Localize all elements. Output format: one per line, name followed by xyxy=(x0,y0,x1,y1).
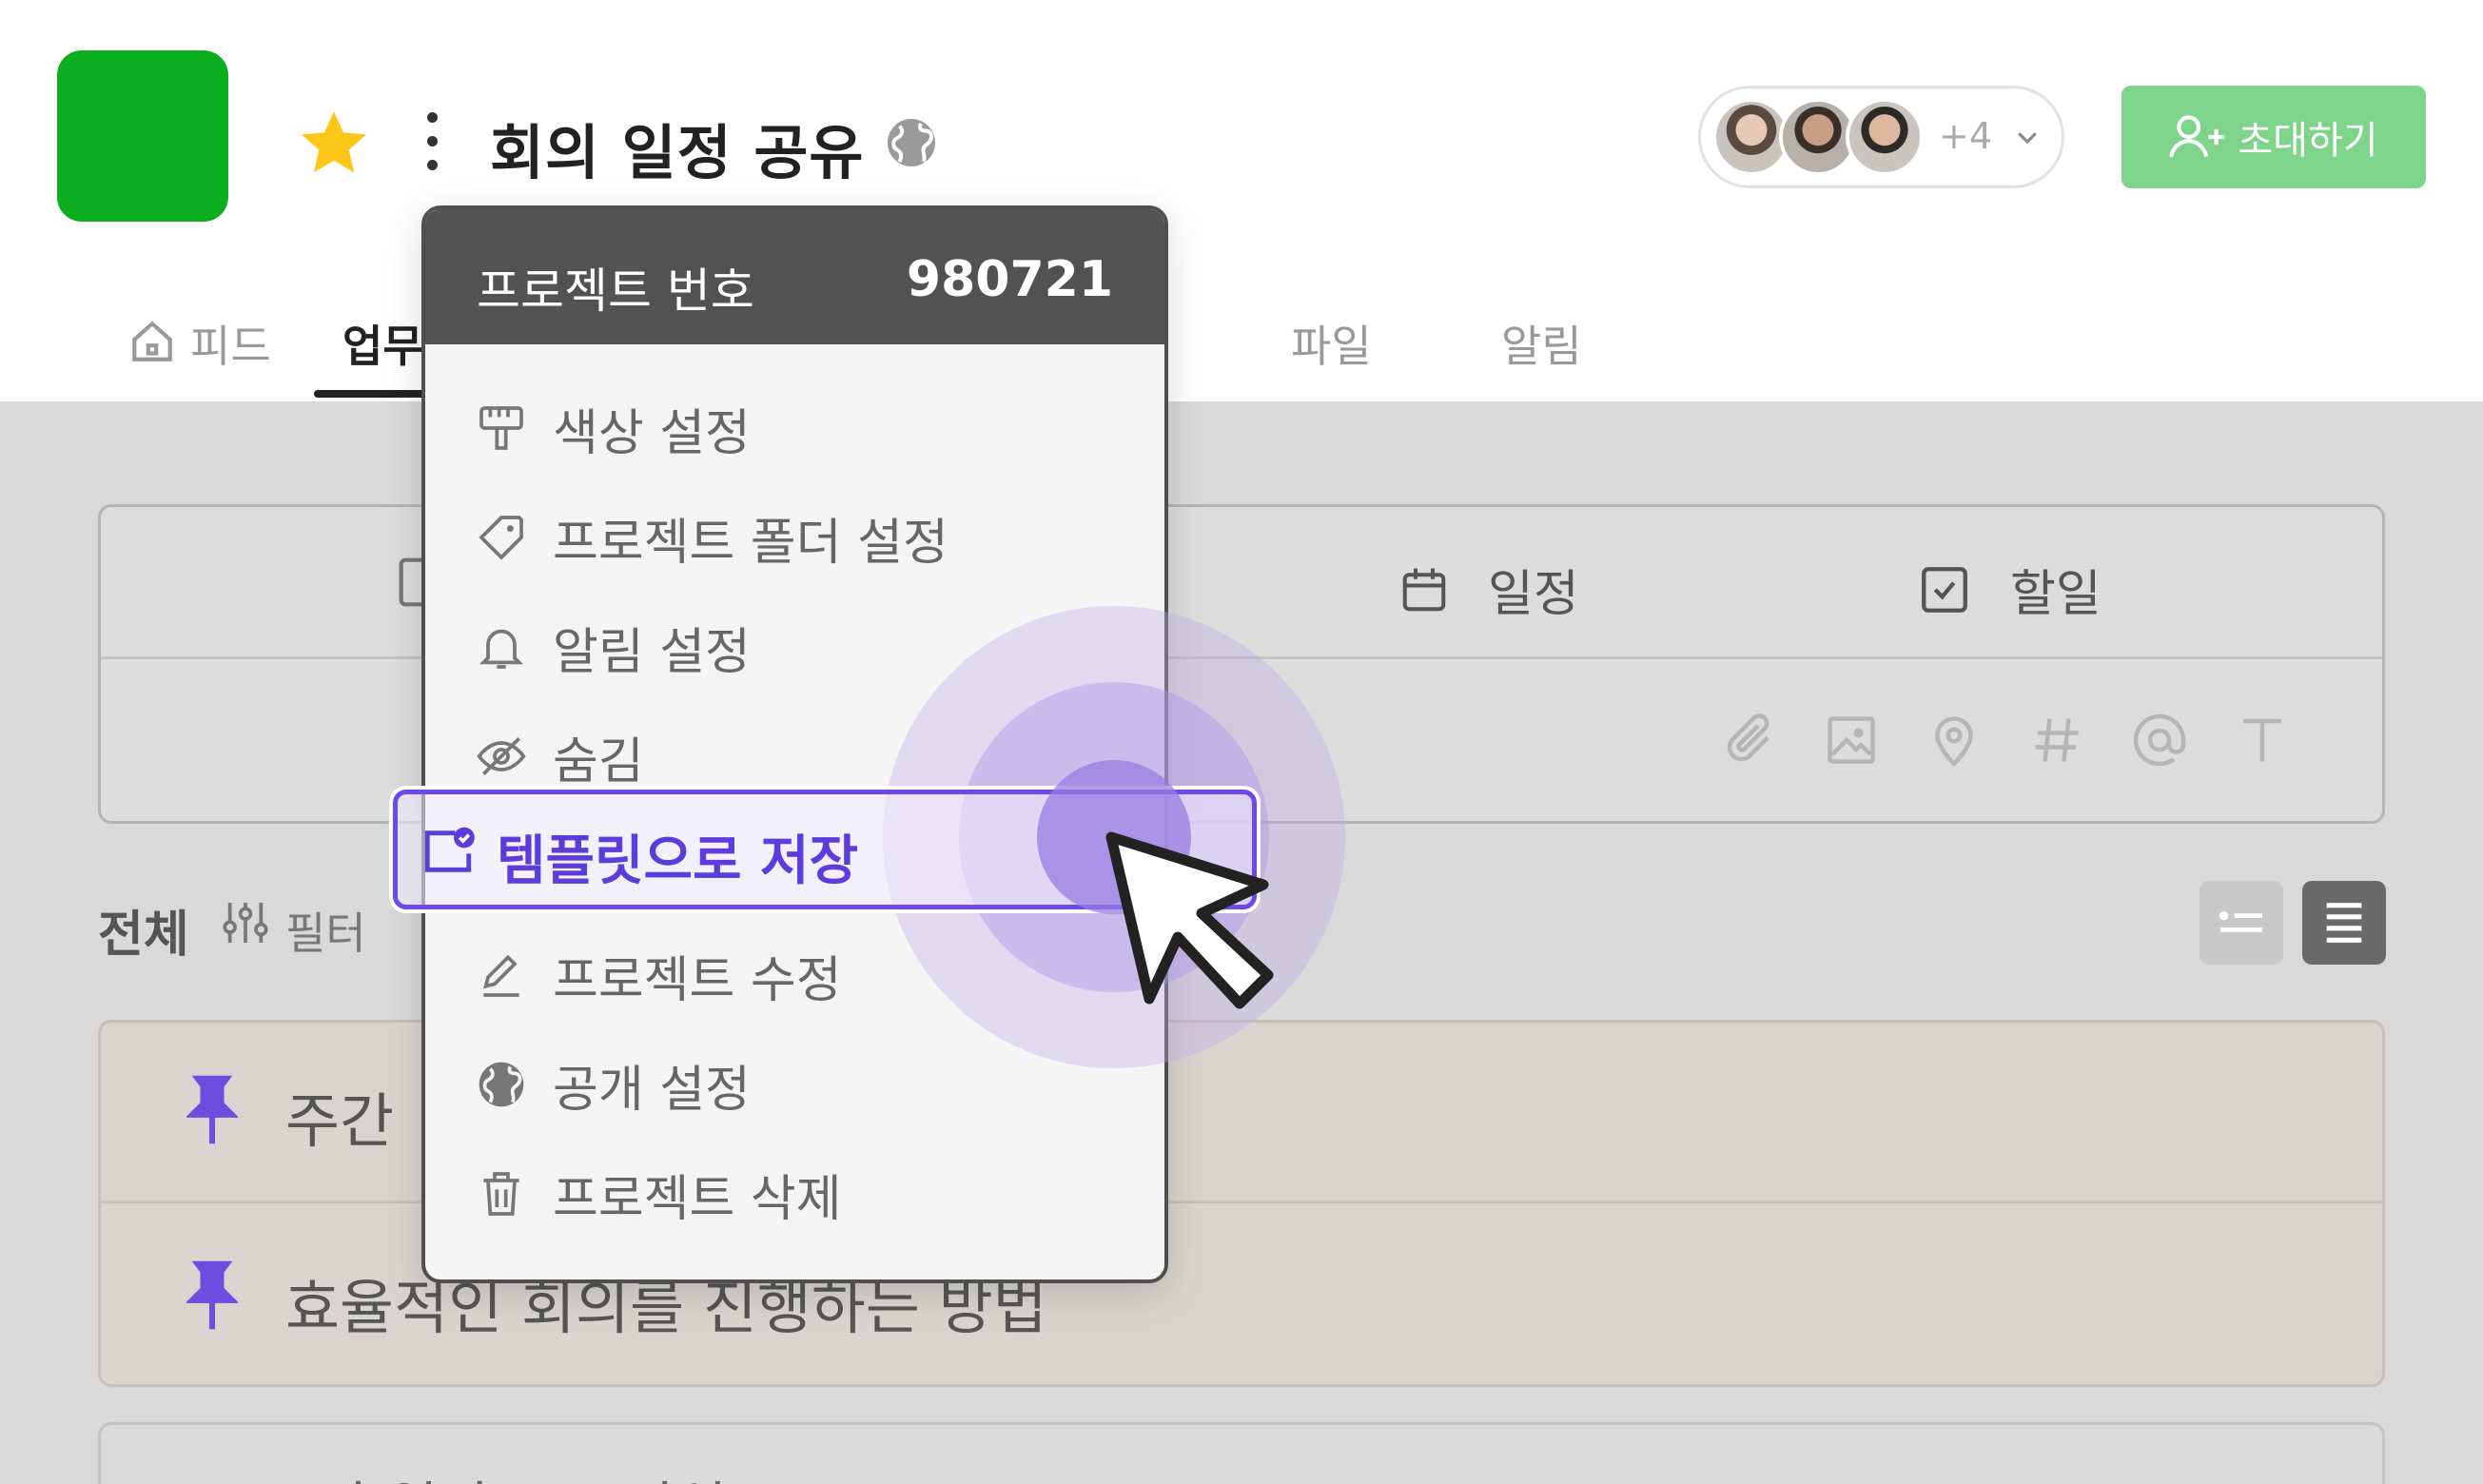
pin-icon xyxy=(186,1075,238,1144)
filter-icon[interactable] xyxy=(219,894,272,951)
tag-icon xyxy=(479,516,523,560)
composer-tab-icon xyxy=(399,557,424,607)
list-view-button[interactable] xyxy=(2302,881,2386,965)
avatar xyxy=(1846,98,1924,176)
card-view-button[interactable] xyxy=(2200,881,2283,965)
list-view-icon xyxy=(2326,903,2362,943)
menu-item-label: 템플릿으로 저장 xyxy=(497,830,859,892)
member-count: +4 xyxy=(1939,115,1993,157)
text-icon[interactable] xyxy=(2234,712,2291,769)
card-view-icon xyxy=(2219,910,2262,932)
member-avatars[interactable]: +4 xyxy=(1698,86,2064,188)
invite-button-label: 초대하기 xyxy=(2238,119,2378,163)
image-icon[interactable] xyxy=(1823,712,1880,769)
menu-item-color-settings[interactable]: 색상 설정 xyxy=(475,390,1141,466)
more-options-icon[interactable] xyxy=(419,112,445,179)
template-save-icon xyxy=(424,827,475,872)
composer-tab-todo[interactable]: 할일 xyxy=(1917,554,2102,625)
tab-files[interactable]: 파일 xyxy=(1291,312,1372,375)
project-number-value: 980721 xyxy=(906,251,1113,308)
project-title: 회의 일정 공유 xyxy=(490,118,865,187)
composer-tab-label: 할일 xyxy=(2010,566,2102,623)
menu-item-label: 공개 설정 xyxy=(553,1061,751,1119)
menu-item-label: 숨김 xyxy=(553,732,644,791)
invite-button[interactable]: 초대하기 xyxy=(2121,86,2426,188)
eye-hidden-icon xyxy=(477,737,526,775)
trash-icon xyxy=(483,1172,519,1216)
hashtag-icon[interactable] xyxy=(2028,712,2085,769)
tab-tasks[interactable]: 업무 xyxy=(342,312,423,375)
menu-item-label: 프로젝트 삭제 xyxy=(553,1170,842,1228)
tab-notifications[interactable]: 알림 xyxy=(1501,312,1582,375)
menu-header: 프로젝트 번호 980721 xyxy=(425,209,1164,344)
post-card-title: 주간 일정 보고 양식 xyxy=(268,1463,727,1484)
checkbox-icon xyxy=(1922,566,1967,613)
composer-tab-schedule[interactable]: 일정 xyxy=(1398,554,1579,625)
pencil-icon xyxy=(483,954,519,997)
menu-item-label: 프로젝트 수정 xyxy=(553,951,842,1009)
tab-feed[interactable]: 피드 xyxy=(190,312,271,375)
globe-icon xyxy=(888,119,935,166)
calendar-icon xyxy=(1402,568,1446,611)
menu-item-delete-project[interactable]: 프로젝트 삭제 xyxy=(475,1156,1141,1232)
menu-item-folder-settings[interactable]: 프로젝트 폴더 설정 xyxy=(475,499,1141,576)
bell-icon xyxy=(479,629,524,669)
menu-item-label: 색상 설정 xyxy=(553,404,751,462)
mouse-cursor-icon xyxy=(1105,831,1274,1009)
mention-icon[interactable] xyxy=(2131,712,2188,769)
all-filter-label[interactable]: 전체 xyxy=(98,894,189,966)
paint-brush-icon xyxy=(479,406,523,450)
active-tab-indicator xyxy=(314,390,428,398)
menu-item-label: 알림 설정 xyxy=(553,623,751,681)
add-user-icon xyxy=(2169,115,2225,158)
menu-item-visibility-settings[interactable]: 공개 설정 xyxy=(475,1046,1141,1123)
menu-item-label: 프로젝트 폴더 설정 xyxy=(553,514,948,572)
globe-icon xyxy=(479,1062,524,1107)
pin-icon xyxy=(186,1260,238,1330)
project-color-badge[interactable] xyxy=(57,50,228,222)
location-icon[interactable] xyxy=(1926,712,1983,769)
star-icon[interactable] xyxy=(295,105,373,183)
chevron-down-icon xyxy=(2018,132,2037,145)
filter-label[interactable]: 필터 xyxy=(285,899,366,962)
home-icon xyxy=(132,321,172,361)
project-number-label: 프로젝트 번호 xyxy=(477,264,754,319)
pinned-post-title[interactable]: 주간 xyxy=(285,1073,394,1159)
paperclip-icon[interactable] xyxy=(1720,712,1777,769)
composer-tab-label: 일정 xyxy=(1488,566,1579,623)
